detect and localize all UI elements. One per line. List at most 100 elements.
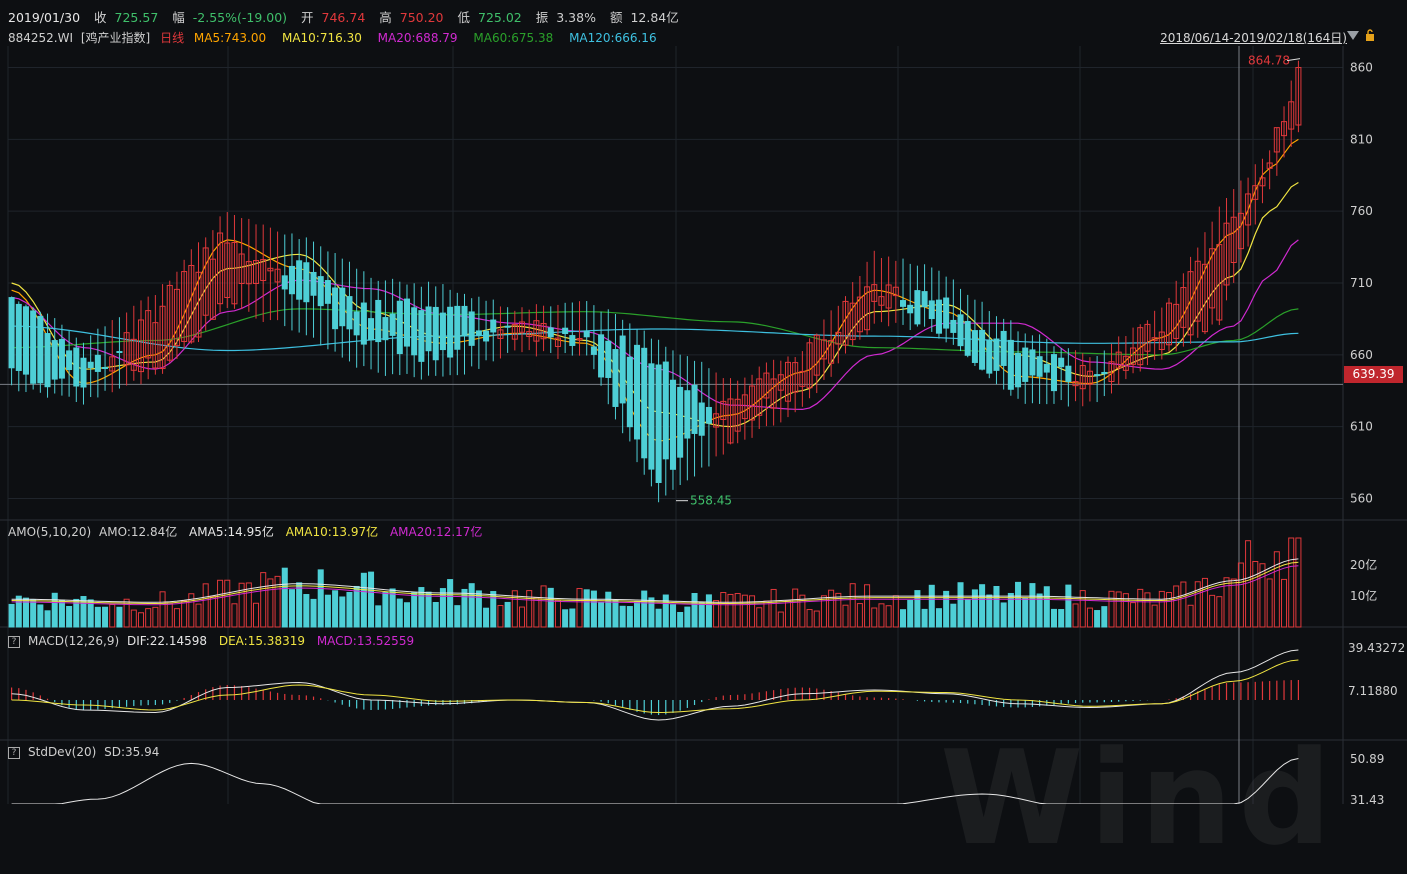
volume-bar — [260, 572, 267, 628]
dif-value: DIF:22.14598 — [126, 634, 208, 648]
volume-bar — [1187, 604, 1194, 628]
candle — [957, 288, 964, 352]
volume-bar — [612, 599, 619, 628]
macd-legend: ? MACD(12,26,9) DIF:22.14598 DEA:15.38319… — [8, 634, 422, 648]
candle — [569, 302, 576, 356]
candle — [1158, 307, 1165, 360]
candle — [1173, 280, 1180, 352]
chart-canvas[interactable]: 864.78 558.45 860 810 760 710 660 610 560 20亿 10亿 3… — [0, 0, 1407, 804]
volume-bar — [360, 572, 367, 628]
candle — [626, 323, 633, 442]
candle-body — [375, 299, 382, 343]
candle — [368, 277, 375, 370]
candle-body — [562, 327, 569, 335]
candle — [598, 311, 605, 386]
candle-body — [360, 302, 367, 345]
stddev-legend: ? StdDev(20) SD:35.94 — [8, 745, 167, 759]
candle-body — [1029, 349, 1036, 376]
help-icon[interactable]: ? — [8, 636, 20, 648]
volume-bar — [166, 602, 173, 628]
candle — [475, 296, 482, 369]
candle — [705, 368, 712, 467]
volume-bar — [878, 603, 885, 628]
candle — [1108, 343, 1115, 394]
candle-body — [80, 357, 87, 388]
volume-bar — [756, 607, 763, 628]
candle — [288, 233, 295, 331]
volume-bar — [576, 588, 583, 628]
candle-body — [332, 287, 339, 330]
candle — [576, 301, 583, 356]
candle-body — [66, 350, 73, 371]
candle-body — [303, 262, 310, 303]
candle — [94, 328, 101, 398]
candle — [332, 253, 339, 352]
volume-bar — [1101, 606, 1108, 628]
candle — [634, 329, 641, 463]
volume-bar — [51, 592, 58, 628]
stddev-tick-label: 31.43 — [1350, 793, 1384, 804]
candle — [993, 316, 1000, 385]
volume-bar — [763, 600, 770, 628]
candle — [87, 335, 94, 398]
volume-bar — [181, 600, 188, 628]
candle — [173, 271, 180, 359]
candle — [217, 216, 224, 313]
candle — [1295, 60, 1302, 133]
candle — [22, 304, 29, 393]
candle-body — [547, 327, 554, 338]
candle-body — [483, 330, 490, 342]
volume-bar — [94, 606, 101, 628]
volume-bar — [641, 590, 648, 628]
candle — [979, 301, 986, 371]
volume-bar — [669, 604, 676, 628]
candle — [547, 306, 554, 353]
volume-bar — [749, 595, 756, 628]
volume-bar — [1295, 537, 1302, 628]
volume-bar — [1209, 594, 1216, 628]
candle — [885, 256, 892, 327]
candle — [935, 270, 942, 339]
dea-line — [11, 659, 1299, 714]
candle — [864, 261, 871, 335]
amo-title: AMO(5,10,20) — [8, 525, 92, 539]
candle — [353, 268, 360, 368]
volume-bar — [324, 594, 331, 628]
candle — [900, 258, 907, 325]
candle-body — [389, 313, 396, 336]
volume-bar — [1216, 596, 1223, 628]
candle — [8, 296, 15, 386]
volume-bar — [1158, 590, 1165, 628]
candle — [490, 299, 497, 362]
candle — [943, 276, 950, 343]
candle — [1101, 350, 1108, 397]
volume-bar — [598, 601, 605, 628]
candle-body — [490, 319, 497, 333]
candle — [303, 237, 310, 336]
volume-bar — [58, 599, 65, 628]
candle-body — [684, 390, 691, 439]
candle — [1194, 247, 1201, 338]
help-icon[interactable]: ? — [8, 747, 20, 759]
candle — [1151, 310, 1158, 360]
volume-bar — [1015, 581, 1022, 628]
volume-bar — [468, 583, 475, 628]
volume-bar — [619, 605, 626, 628]
candle — [411, 283, 418, 378]
candle — [1036, 334, 1043, 404]
volume-bar — [806, 609, 813, 628]
candle-body — [1000, 330, 1007, 366]
volume-bar — [475, 590, 482, 628]
candle — [1187, 256, 1194, 344]
candle — [928, 267, 935, 332]
candle — [770, 359, 777, 426]
candle-body — [655, 364, 662, 483]
volume-bar — [533, 597, 540, 628]
volume-bar — [540, 585, 547, 628]
ama10-value: AMA10:13.97亿 — [285, 525, 379, 539]
candle — [253, 224, 260, 319]
candle — [1022, 333, 1029, 404]
macd-title: MACD(12,26,9) — [28, 634, 120, 648]
y-tick-label: 710 — [1350, 276, 1373, 290]
volume-bar — [1000, 602, 1007, 628]
